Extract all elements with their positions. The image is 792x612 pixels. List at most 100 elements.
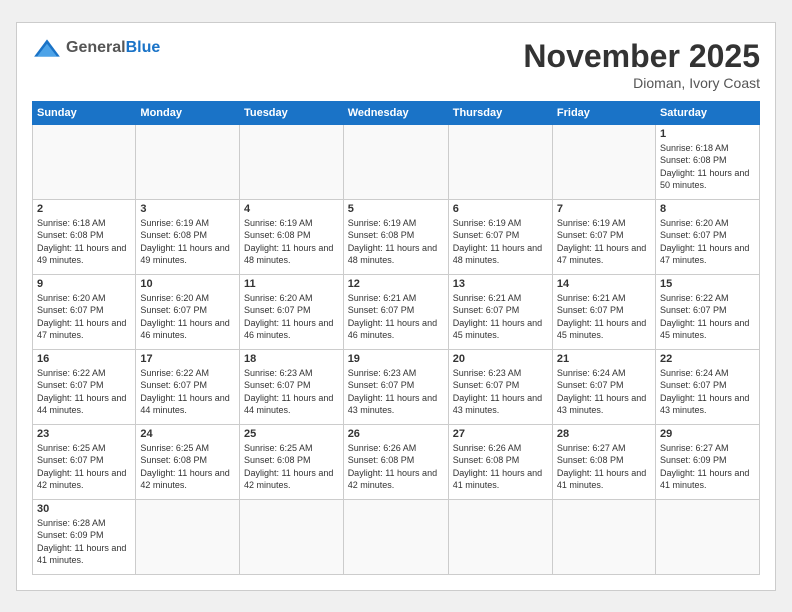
day-number: 26 [348, 428, 444, 440]
day-number: 7 [557, 203, 651, 215]
logo-general: General [66, 39, 126, 56]
day-info: Sunrise: 6:20 AM Sunset: 6:07 PM Dayligh… [244, 292, 339, 342]
day-number: 17 [140, 353, 235, 365]
logo: GeneralBlue [32, 38, 160, 58]
header: GeneralBlue November 2025 Dioman, Ivory … [32, 38, 760, 91]
day-info: Sunrise: 6:20 AM Sunset: 6:07 PM Dayligh… [660, 217, 755, 267]
calendar-day-cell [33, 124, 136, 199]
day-number: 6 [453, 203, 548, 215]
day-info: Sunrise: 6:19 AM Sunset: 6:08 PM Dayligh… [140, 217, 235, 267]
calendar-day-cell [239, 124, 343, 199]
day-number: 8 [660, 203, 755, 215]
day-number: 27 [453, 428, 548, 440]
day-number: 29 [660, 428, 755, 440]
calendar-table: SundayMondayTuesdayWednesdayThursdayFrid… [32, 101, 760, 575]
calendar-body: 1Sunrise: 6:18 AM Sunset: 6:08 PM Daylig… [33, 124, 760, 574]
calendar-day-cell: 14Sunrise: 6:21 AM Sunset: 6:07 PM Dayli… [552, 274, 655, 349]
calendar-day-cell: 15 Sunrise: 6:22 AM Sunset: 6:07 PM Dayli… [655, 274, 759, 349]
day-info: Sunrise: 6:23 AM Sunset: 6:07 PM Dayligh… [453, 367, 548, 417]
calendar-week-row: 9Sunrise: 6:20 AM Sunset: 6:07 PM Daylig… [33, 274, 760, 349]
calendar-day-cell [552, 124, 655, 199]
day-number: 2 [37, 203, 131, 215]
day-number: 23 [37, 428, 131, 440]
day-info: Sunrise: 6:21 AM Sunset: 6:07 PM Dayligh… [453, 292, 548, 342]
day-info: Sunrise: 6:26 AM Sunset: 6:08 PM Dayligh… [453, 442, 548, 492]
day-info: Sunrise: 6:24 AM Sunset: 6:07 PM Dayligh… [557, 367, 651, 417]
day-info: Sunrise: 6:20 AM Sunset: 6:07 PM Dayligh… [37, 292, 131, 342]
calendar-container: GeneralBlue November 2025 Dioman, Ivory … [16, 22, 776, 591]
calendar-week-row: 23 Sunrise: 6:25 AM Sunset: 6:07 PM Dayli… [33, 424, 760, 499]
calendar-day-cell: 2 Sunrise: 6:18 AM Sunset: 6:08 PM Daylig… [33, 199, 136, 274]
day-number: 10 [140, 278, 235, 290]
calendar-day-cell: 6 Sunrise: 6:19 AM Sunset: 6:07 PM Daylig… [448, 199, 552, 274]
day-number: 25 [244, 428, 339, 440]
weekday-header-cell: Saturday [655, 101, 759, 124]
calendar-day-cell: 25 Sunrise: 6:25 AM Sunset: 6:08 PM Dayli… [239, 424, 343, 499]
day-number: 22 [660, 353, 755, 365]
weekday-header-cell: Tuesday [239, 101, 343, 124]
day-info: Sunrise: 6:25 AM Sunset: 6:08 PM Dayligh… [244, 442, 339, 492]
day-number: 18 [244, 353, 339, 365]
day-number: 5 [348, 203, 444, 215]
day-info: Sunrise: 6:18 AM Sunset: 6:08 PM Dayligh… [660, 142, 755, 192]
weekday-header-cell: Friday [552, 101, 655, 124]
calendar-week-row: 16 Sunrise: 6:22 AM Sunset: 6:07 PM Dayli… [33, 349, 760, 424]
day-info: Sunrise: 6:20 AM Sunset: 6:07 PM Dayligh… [140, 292, 235, 342]
calendar-week-row: 30 Sunrise: 6:28 AM Sunset: 6:09 PM Dayli… [33, 499, 760, 574]
calendar-day-cell: 19 Sunrise: 6:23 AM Sunset: 6:07 PM Dayli… [343, 349, 448, 424]
logo-icon [32, 38, 62, 58]
calendar-day-cell: 5 Sunrise: 6:19 AM Sunset: 6:08 PM Daylig… [343, 199, 448, 274]
day-number: 15 [660, 278, 755, 290]
day-info: Sunrise: 6:23 AM Sunset: 6:07 PM Dayligh… [348, 367, 444, 417]
day-info: Sunrise: 6:28 AM Sunset: 6:09 PM Dayligh… [37, 517, 131, 567]
calendar-day-cell: 16 Sunrise: 6:22 AM Sunset: 6:07 PM Dayli… [33, 349, 136, 424]
day-number: 20 [453, 353, 548, 365]
day-number: 24 [140, 428, 235, 440]
day-info: Sunrise: 6:19 AM Sunset: 6:07 PM Dayligh… [453, 217, 548, 267]
day-number: 3 [140, 203, 235, 215]
calendar-day-cell [448, 499, 552, 574]
calendar-day-cell: 4Sunrise: 6:19 AM Sunset: 6:08 PM Daylig… [239, 199, 343, 274]
day-number: 16 [37, 353, 131, 365]
calendar-day-cell: 3 Sunrise: 6:19 AM Sunset: 6:08 PM Daylig… [136, 199, 240, 274]
weekday-header: SundayMondayTuesdayWednesdayThursdayFrid… [33, 101, 760, 124]
day-info: Sunrise: 6:19 AM Sunset: 6:07 PM Dayligh… [557, 217, 651, 267]
day-info: Sunrise: 6:18 AM Sunset: 6:08 PM Dayligh… [37, 217, 131, 267]
calendar-day-cell: 23 Sunrise: 6:25 AM Sunset: 6:07 PM Dayli… [33, 424, 136, 499]
calendar-day-cell: 8 Sunrise: 6:20 AM Sunset: 6:07 PM Daylig… [655, 199, 759, 274]
calendar-day-cell: 24Sunrise: 6:25 AM Sunset: 6:08 PM Dayli… [136, 424, 240, 499]
weekday-header-cell: Monday [136, 101, 240, 124]
day-info: Sunrise: 6:22 AM Sunset: 6:07 PM Dayligh… [37, 367, 131, 417]
calendar-day-cell: 7 Sunrise: 6:19 AM Sunset: 6:07 PM Daylig… [552, 199, 655, 274]
calendar-day-cell [343, 124, 448, 199]
day-info: Sunrise: 6:19 AM Sunset: 6:08 PM Dayligh… [244, 217, 339, 267]
calendar-day-cell: 11 Sunrise: 6:20 AM Sunset: 6:07 PM Dayli… [239, 274, 343, 349]
calendar-day-cell [343, 499, 448, 574]
calendar-day-cell: 9Sunrise: 6:20 AM Sunset: 6:07 PM Daylig… [33, 274, 136, 349]
day-info: Sunrise: 6:22 AM Sunset: 6:07 PM Dayligh… [660, 292, 755, 342]
calendar-day-cell [239, 499, 343, 574]
day-number: 30 [37, 503, 131, 515]
day-number: 11 [244, 278, 339, 290]
calendar-day-cell: 17Sunrise: 6:22 AM Sunset: 6:07 PM Dayli… [136, 349, 240, 424]
calendar-day-cell: 28Sunrise: 6:27 AM Sunset: 6:08 PM Dayli… [552, 424, 655, 499]
day-info: Sunrise: 6:19 AM Sunset: 6:08 PM Dayligh… [348, 217, 444, 267]
day-number: 12 [348, 278, 444, 290]
calendar-day-cell: 21Sunrise: 6:24 AM Sunset: 6:07 PM Dayli… [552, 349, 655, 424]
weekday-header-cell: Thursday [448, 101, 552, 124]
weekday-header-cell: Wednesday [343, 101, 448, 124]
calendar-day-cell: 20 Sunrise: 6:23 AM Sunset: 6:07 PM Dayli… [448, 349, 552, 424]
calendar-day-cell: 10 Sunrise: 6:20 AM Sunset: 6:07 PM Dayli… [136, 274, 240, 349]
calendar-week-row: 1Sunrise: 6:18 AM Sunset: 6:08 PM Daylig… [33, 124, 760, 199]
day-number: 13 [453, 278, 548, 290]
calendar-day-cell: 30 Sunrise: 6:28 AM Sunset: 6:09 PM Dayli… [33, 499, 136, 574]
calendar-day-cell [136, 124, 240, 199]
calendar-day-cell: 12 Sunrise: 6:21 AM Sunset: 6:07 PM Dayli… [343, 274, 448, 349]
day-info: Sunrise: 6:21 AM Sunset: 6:07 PM Dayligh… [348, 292, 444, 342]
calendar-day-cell: 13 Sunrise: 6:21 AM Sunset: 6:07 PM Dayli… [448, 274, 552, 349]
day-info: Sunrise: 6:25 AM Sunset: 6:07 PM Dayligh… [37, 442, 131, 492]
day-number: 19 [348, 353, 444, 365]
weekday-header-cell: Sunday [33, 101, 136, 124]
title-section: November 2025 Dioman, Ivory Coast [523, 38, 760, 91]
day-info: Sunrise: 6:27 AM Sunset: 6:09 PM Dayligh… [660, 442, 755, 492]
